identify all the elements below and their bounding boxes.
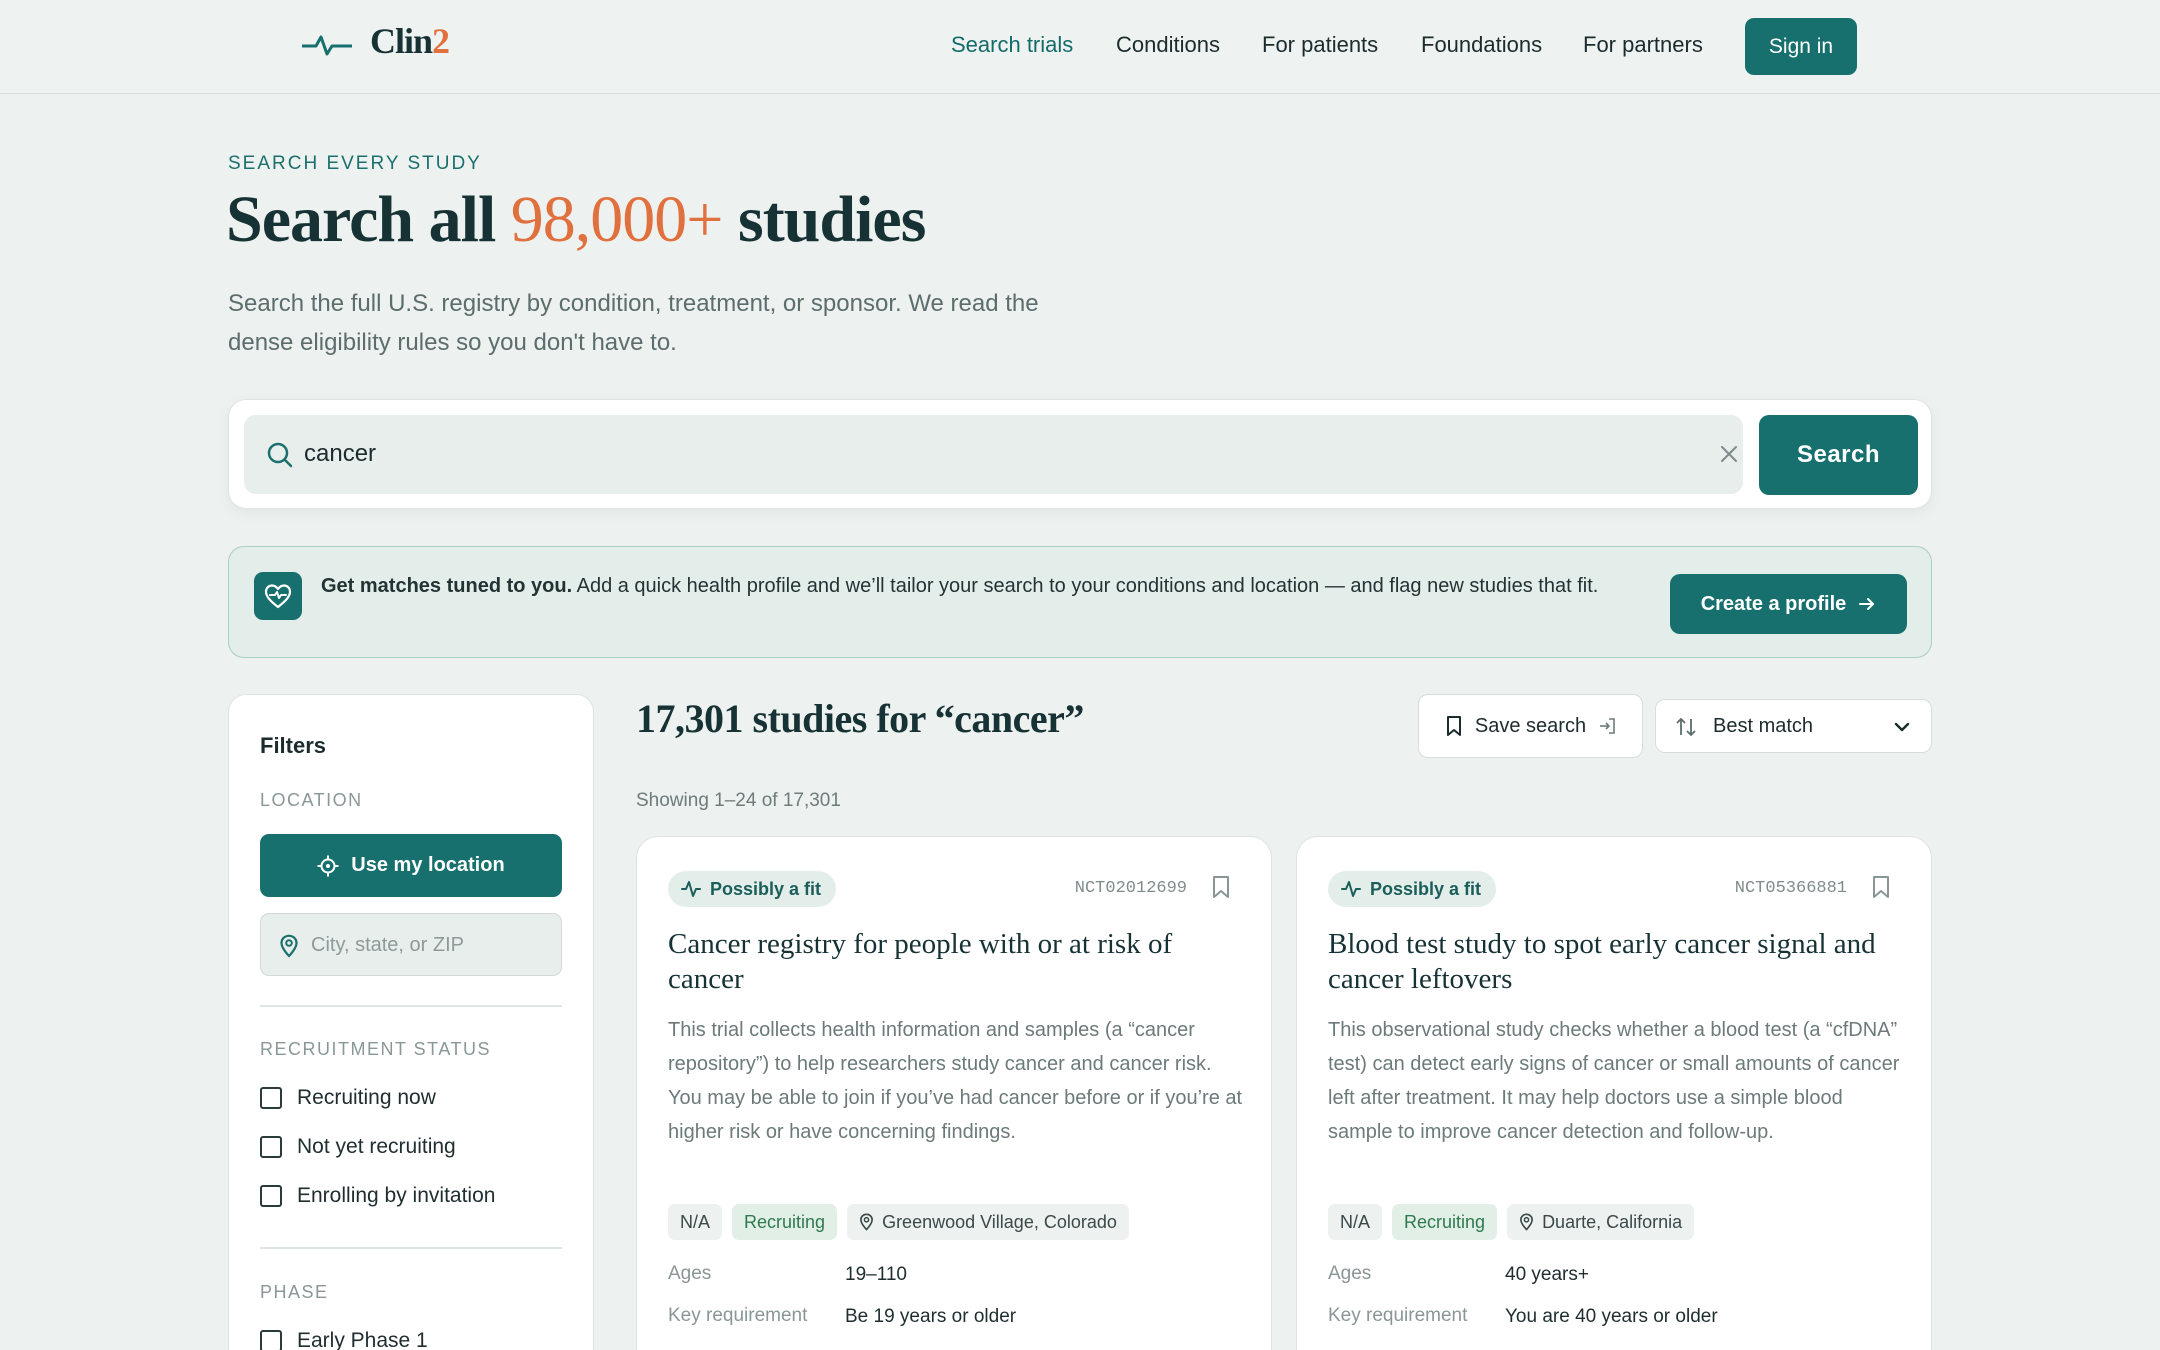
fit-badge: Possibly a fit: [1328, 871, 1497, 907]
search-input[interactable]: [304, 431, 1664, 477]
status-chip: Recruiting: [732, 1204, 838, 1240]
search-icon: [267, 442, 293, 468]
checkbox[interactable]: [260, 1185, 282, 1207]
trial-card[interactable]: Possibly a fit NCT02012699 Cancer regist…: [636, 836, 1272, 1350]
bookmark-icon[interactable]: [1211, 875, 1231, 899]
filters-panel: Filters LOCATION Use my location RECRUIT…: [228, 694, 594, 1350]
recruitment-status-label: RECRUITMENT STATUS: [260, 1039, 492, 1059]
logo-text: Clin2: [370, 21, 450, 61]
page-title: Search all 98,000+ studies: [226, 183, 926, 256]
close-icon[interactable]: [1718, 443, 1740, 465]
filter-enrolling-by-invitation[interactable]: Enrolling by invitation: [260, 1184, 495, 1208]
filter-not-yet-recruiting[interactable]: Not yet recruiting: [260, 1135, 456, 1159]
location-input[interactable]: [311, 928, 551, 962]
logo[interactable]: Clin2: [302, 20, 450, 62]
create-profile-button[interactable]: Create a profile: [1670, 574, 1907, 634]
key-requirement-value: Be 19 years or older: [845, 1306, 1017, 1327]
sign-in-arrow-icon: [1600, 718, 1615, 734]
eyebrow: SEARCH EVERY STUDY: [228, 153, 482, 174]
heart-pulse-icon: [254, 572, 302, 620]
trial-tags: N/A Recruiting Duarte, California: [1328, 1204, 1695, 1240]
checkbox[interactable]: [260, 1087, 282, 1109]
filters-title: Filters: [260, 733, 327, 758]
page-subtitle: Search the full U.S. registry by conditi…: [228, 290, 1039, 356]
trial-description: This trial collects health information a…: [668, 1019, 1243, 1143]
phase-chip: N/A: [1328, 1204, 1383, 1240]
use-my-location-button[interactable]: Use my location: [260, 834, 562, 897]
key-requirement-label: Key requirement: [668, 1305, 808, 1326]
pulse-icon: [302, 35, 352, 56]
location-chip: Greenwood Village, Colorado: [847, 1204, 1129, 1240]
banner-text: Get matches tuned to you. Add a quick he…: [321, 575, 1599, 597]
phase-label: PHASE: [260, 1282, 329, 1302]
nav-conditions[interactable]: Conditions: [1116, 32, 1220, 58]
nav-search-trials[interactable]: Search trials: [951, 32, 1073, 58]
ages-value: 19–110: [845, 1264, 907, 1285]
trial-description: This observational study checks whether …: [1328, 1019, 1900, 1143]
trial-title[interactable]: Blood test study to spot early cancer si…: [1328, 927, 1903, 997]
bookmark-icon[interactable]: [1871, 875, 1891, 899]
crosshair-icon: [317, 855, 339, 876]
chevron-down-icon: [1894, 722, 1910, 732]
filter-early-phase-1[interactable]: Early Phase 1: [260, 1329, 428, 1350]
key-requirement-value: You are 40 years or older: [1505, 1306, 1718, 1327]
sort-dropdown[interactable]: Best match: [1655, 699, 1932, 753]
checkbox[interactable]: [260, 1330, 282, 1350]
fit-badge: Possibly a fit: [668, 871, 837, 907]
top-nav-bar: Clin2 Search trials Conditions For patie…: [0, 0, 2160, 94]
save-search-button[interactable]: Save search: [1418, 694, 1643, 758]
ages-value: 40 years+: [1505, 1264, 1589, 1285]
key-requirement-label: Key requirement: [1328, 1305, 1468, 1326]
filter-recruiting-now[interactable]: Recruiting now: [260, 1086, 436, 1110]
results-count: Showing 1–24 of 17,301: [636, 790, 841, 811]
search-bar: Search: [228, 399, 1932, 509]
sort-value: Best match: [1713, 715, 1814, 737]
ages-label: Ages: [668, 1263, 712, 1284]
location-field[interactable]: [260, 913, 562, 976]
profile-banner: Get matches tuned to you. Add a quick he…: [228, 546, 1932, 658]
trial-tags: N/A Recruiting Greenwood Village, Colora…: [668, 1204, 1129, 1240]
nav-for-partners[interactable]: For partners: [1583, 32, 1703, 58]
search-field[interactable]: [244, 415, 1743, 494]
bookmark-icon: [1446, 716, 1461, 736]
location-chip: Duarte, California: [1507, 1204, 1695, 1240]
sign-in-button[interactable]: Sign in: [1745, 18, 1857, 75]
trial-title[interactable]: Cancer registry for people with or at ri…: [668, 927, 1243, 997]
map-pin-icon: [280, 934, 298, 958]
activity-icon: [681, 881, 701, 897]
ages-label: Ages: [1328, 1263, 1372, 1284]
map-pin-icon: [860, 1213, 874, 1231]
divider: [260, 1247, 562, 1249]
status-chip: Recruiting: [1392, 1204, 1498, 1240]
results-title: 17,301 studies for “cancer”: [636, 696, 1084, 741]
sort-icon: [1676, 717, 1696, 737]
phase-chip: N/A: [668, 1204, 723, 1240]
divider: [260, 1005, 562, 1007]
activity-icon: [1341, 881, 1361, 897]
study-count: 98,000+: [510, 183, 724, 256]
nct-id: NCT05366881: [1734, 879, 1847, 898]
arrow-right-icon: [1859, 598, 1875, 610]
search-button[interactable]: Search: [1759, 415, 1918, 495]
location-label: LOCATION: [260, 790, 363, 810]
checkbox[interactable]: [260, 1136, 282, 1158]
map-pin-icon: [1520, 1213, 1534, 1231]
nct-id: NCT02012699: [1074, 879, 1187, 898]
trial-card[interactable]: Possibly a fit NCT05366881 Blood test st…: [1296, 836, 1932, 1350]
nav-foundations[interactable]: Foundations: [1421, 32, 1542, 58]
nav-for-patients[interactable]: For patients: [1262, 32, 1378, 58]
